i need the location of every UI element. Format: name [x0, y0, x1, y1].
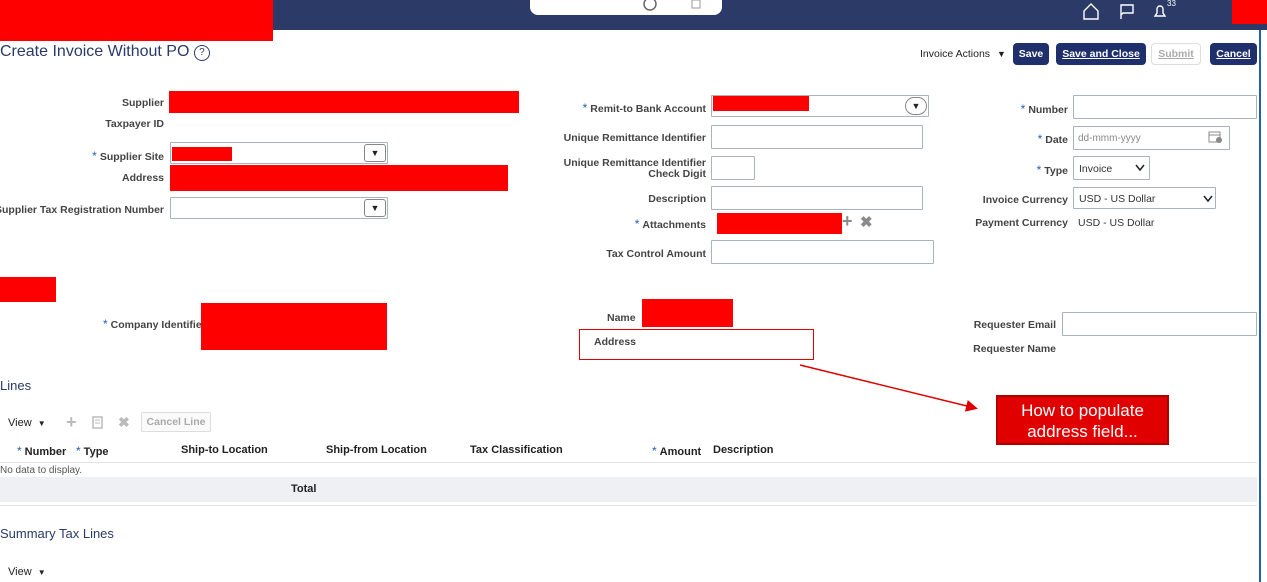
annotation-line-1: How to populate	[1021, 401, 1144, 420]
section-divider	[0, 505, 1257, 506]
no-data-message: No data to display.	[0, 465, 83, 476]
annotation-line-2: address field...	[1027, 422, 1138, 441]
required-asterisk: *	[652, 444, 657, 458]
column-header-type: * Type	[76, 444, 109, 458]
add-line-icon[interactable]: +	[66, 412, 77, 433]
view-label: View	[8, 566, 32, 578]
summary-tax-view-menu[interactable]: View ▼	[8, 566, 46, 578]
required-asterisk: *	[17, 444, 22, 458]
lines-view-menu[interactable]: View ▼	[8, 417, 46, 429]
vertical-scrollbar[interactable]	[1259, 30, 1267, 582]
caret-down-icon: ▼	[37, 419, 46, 428]
delete-line-icon[interactable]: ✖	[118, 414, 130, 431]
column-header-number: * Number	[17, 444, 67, 458]
annotation-callout: How to populate address field...	[996, 395, 1169, 445]
cancel-line-button[interactable]: Cancel Line	[141, 412, 211, 432]
column-header-ship-to-location[interactable]: Ship-to Location	[181, 444, 268, 456]
column-header-description[interactable]: Description	[713, 444, 774, 456]
total-label: Total	[291, 483, 317, 495]
column-header-ship-from-location[interactable]: Ship-from Location	[326, 444, 427, 456]
view-label: View	[8, 417, 32, 429]
required-asterisk: *	[76, 444, 81, 458]
duplicate-line-icon[interactable]	[92, 416, 104, 430]
lines-section-title: Lines	[0, 378, 32, 393]
column-header-amount: * Amount	[652, 444, 702, 458]
caret-down-icon: ▼	[37, 568, 46, 577]
totals-row	[0, 477, 1257, 502]
column-header-tax-classification[interactable]: Tax Classification	[470, 444, 563, 456]
summary-tax-lines-title: Summary Tax Lines	[0, 526, 114, 541]
header-divider	[0, 462, 1257, 463]
